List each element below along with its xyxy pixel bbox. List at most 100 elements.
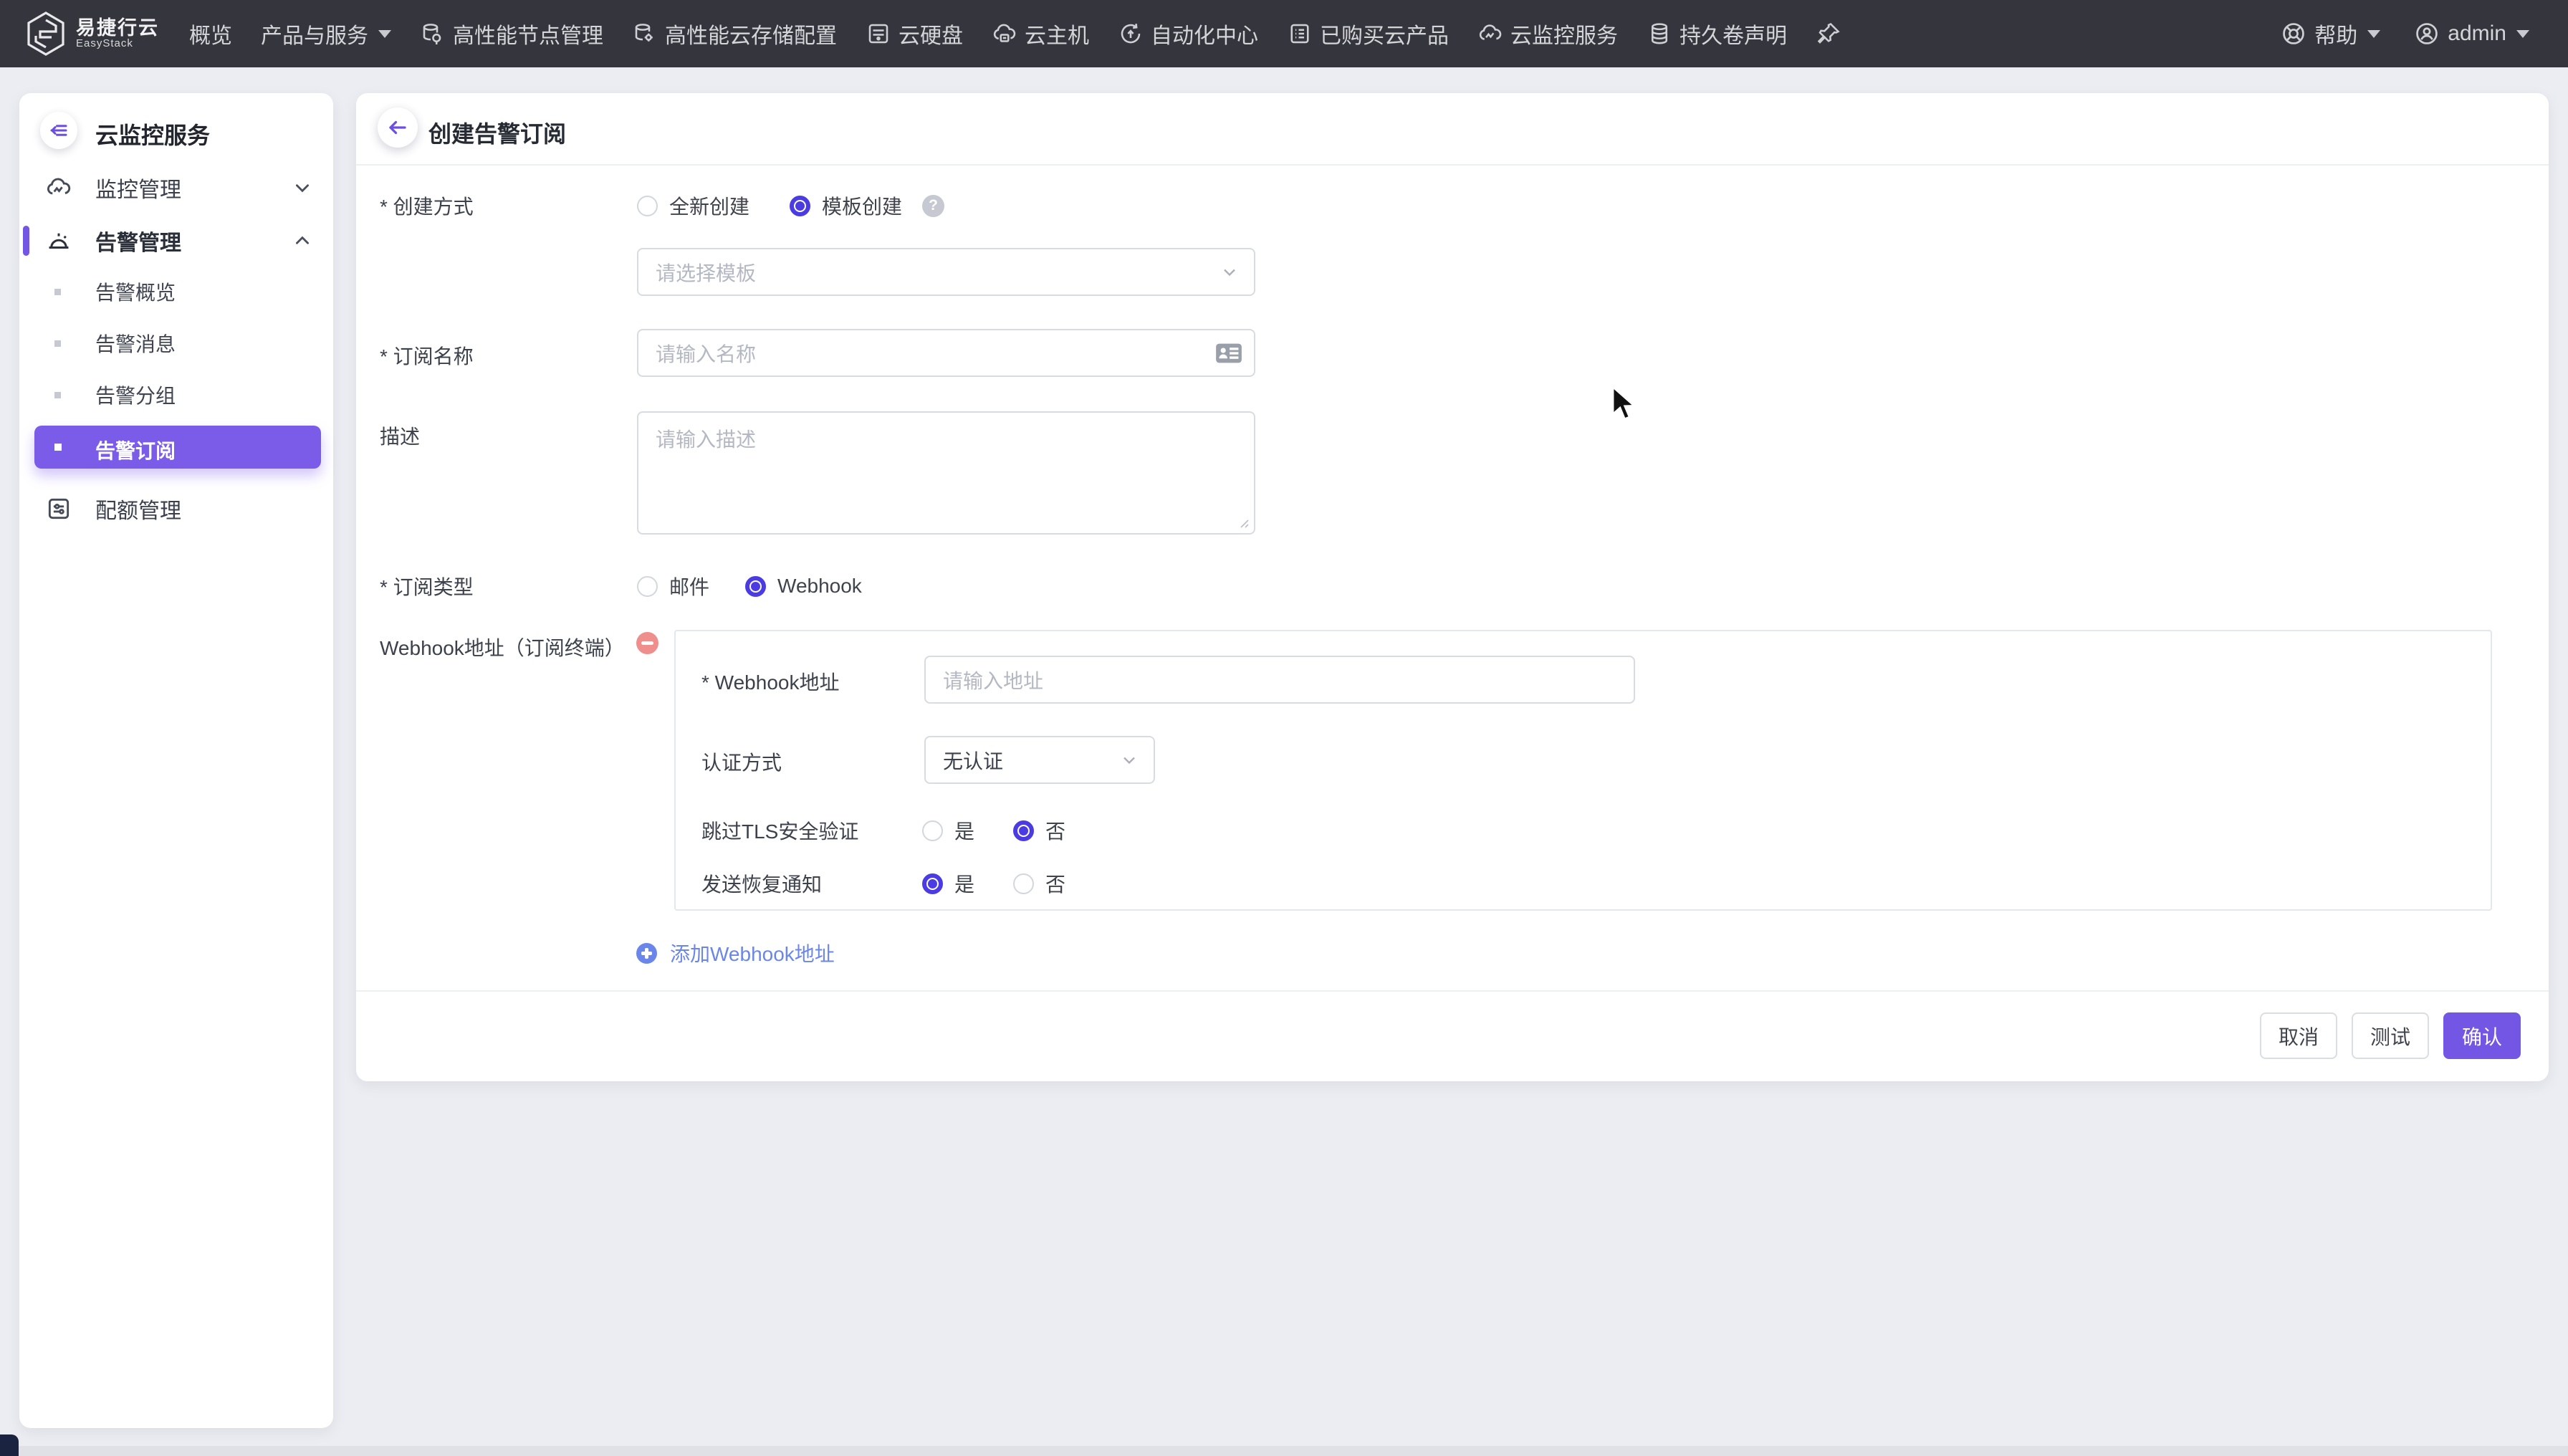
brand-logo[interactable]: 易捷行云 EasyStack [26,11,159,56]
sidebar-item-alarm-groups[interactable]: 告警分组 [19,372,333,418]
create-method-radio-group: 全新创建 模板创建 ? [637,191,944,220]
sidebar: 云监控服务 监控管理 告警管理 告警概览 告警消息 告警分组 告警订阅 [19,93,333,1428]
pin-button[interactable] [1816,21,1841,47]
storage-icon [632,21,658,47]
sidebar-group-monitor[interactable]: 监控管理 [19,162,333,214]
radio-webhook[interactable]: Webhook [745,575,862,598]
topbar-nav: 概览 产品与服务 高性能节点管理 高性能云存储配置 云硬盘 [189,18,1841,49]
skip-tls-radio-group: 是 否 [922,816,1065,845]
auth-method-label: 认证方式 [701,747,782,776]
back-arrow-icon [387,117,408,138]
radio-tls-yes[interactable]: 是 [922,816,974,845]
radio-recovery-yes[interactable]: 是 [922,869,974,898]
subscription-type-label: * 订阅类型 [380,572,474,600]
sidebar-title: 云监控服务 [95,118,210,150]
bottom-strip [0,1446,2568,1456]
purchased-icon [1287,21,1313,47]
recovery-notice-label: 发送恢复通知 [701,869,822,898]
sidebar-collapse-button[interactable] [40,112,77,149]
create-method-label: * 创建方式 [380,191,474,220]
radio-on-icon[interactable] [1013,820,1034,841]
template-select[interactable]: 请选择模板 [637,248,1255,296]
collapse-menu-icon [48,120,70,141]
nav-node-management[interactable]: 高性能节点管理 [420,18,603,49]
add-webhook-link[interactable]: 添加Webhook地址 [636,939,835,967]
radio-on-icon[interactable] [922,873,943,894]
skip-tls-label: 跳过TLS安全验证 [701,816,858,845]
sidebar-item-alarm-overview[interactable]: 告警概览 [19,269,333,315]
nav-storage-config[interactable]: 高性能云存储配置 [632,18,837,49]
caret-down-icon [2367,30,2380,38]
chevron-down-icon [1119,750,1139,770]
monitor-icon [1477,21,1503,47]
radio-tls-no[interactable]: 否 [1013,816,1065,845]
radio-on-icon[interactable] [745,576,766,597]
sidebar-group-alarm[interactable]: 告警管理 [19,215,333,267]
auth-method-select[interactable]: 无认证 [924,736,1155,784]
page-title: 创建告警订阅 [428,116,566,149]
bullet-icon [54,444,62,451]
help-icon[interactable]: ? [922,195,944,217]
bullet-icon [54,289,61,295]
subscription-type-radio-group: 邮件 Webhook [637,572,862,600]
chevron-down-icon [1220,262,1240,282]
confirm-button[interactable]: 确认 [2443,1012,2521,1059]
nav-products-services[interactable]: 产品与服务 [261,18,391,49]
webhook-url-input[interactable]: 请输入地址 [924,656,1635,704]
bullet-icon [54,392,61,398]
easystack-logo-icon [26,11,66,56]
topbar-right: 帮助 admin [2280,18,2529,49]
sidebar-item-alarm-messages[interactable]: 告警消息 [19,320,333,366]
sidebar-group-quota[interactable]: 配额管理 [19,483,333,535]
host-icon [992,21,1017,47]
automation-icon [1118,21,1144,47]
nav-cloud-host[interactable]: 云主机 [992,18,1089,49]
subscription-name-input[interactable]: 请输入名称 [637,329,1255,377]
main-panel: 创建告警订阅 * 创建方式 全新创建 模板创建 ? 请选择模板 * 订阅名称 请… [356,93,2549,1081]
nav-cloud-disk[interactable]: 云硬盘 [866,18,963,49]
user-icon [2413,20,2440,47]
nav-overview[interactable]: 概览 [189,18,232,49]
radio-email[interactable]: 邮件 [637,572,709,600]
radio-off-icon[interactable] [637,196,658,216]
node-icon [420,21,446,47]
remove-webhook-icon[interactable] [636,632,658,654]
chevron-down-icon [293,178,312,197]
user-menu[interactable]: admin [2413,20,2529,47]
logo-cn: 易捷行云 [76,18,159,38]
bottom-left-notch [0,1435,19,1456]
subscription-name-label: * 订阅名称 [380,341,474,370]
sidebar-item-alarm-subscription-selected[interactable]: 告警订阅 [34,426,321,469]
webhook-endpoint-label: Webhook地址（订阅终端） [380,633,625,661]
bullet-icon [54,340,61,347]
monitor-cloud-icon [45,174,72,201]
logo-en: EasyStack [76,38,159,49]
radio-off-icon[interactable] [1013,873,1034,894]
radio-create-from-template[interactable]: 模板创建 [790,191,902,220]
radio-recovery-no[interactable]: 否 [1013,869,1065,898]
topbar: 易捷行云 EasyStack 概览 产品与服务 高性能节点管理 高性能云存储配置 [0,0,2568,67]
plus-icon [636,943,657,964]
contact-card-icon[interactable] [1215,343,1242,364]
nav-persistent-volume[interactable]: 持久卷声明 [1647,18,1787,49]
description-textarea[interactable]: 请输入描述 [637,411,1255,535]
nav-purchased-products[interactable]: 已购买云产品 [1287,18,1449,49]
nav-cloud-monitor[interactable]: 云监控服务 [1477,18,1618,49]
back-button[interactable] [378,107,418,148]
help-icon [2280,20,2307,47]
radio-create-new[interactable]: 全新创建 [637,191,749,220]
test-button[interactable]: 测试 [2352,1012,2429,1059]
recovery-radio-group: 是 否 [922,869,1065,898]
resize-grip-icon[interactable] [1237,516,1250,529]
nav-automation-center[interactable]: 自动化中心 [1118,18,1258,49]
help-menu[interactable]: 帮助 [2280,18,2380,49]
pin-icon [1816,21,1841,47]
radio-on-icon[interactable] [790,196,810,216]
radio-off-icon[interactable] [637,576,658,597]
disk-icon [866,21,891,47]
cancel-button[interactable]: 取消 [2260,1012,2337,1059]
radio-off-icon[interactable] [922,820,943,841]
chevron-up-icon [293,231,312,250]
description-label: 描述 [380,421,420,450]
caret-down-icon [378,30,391,38]
